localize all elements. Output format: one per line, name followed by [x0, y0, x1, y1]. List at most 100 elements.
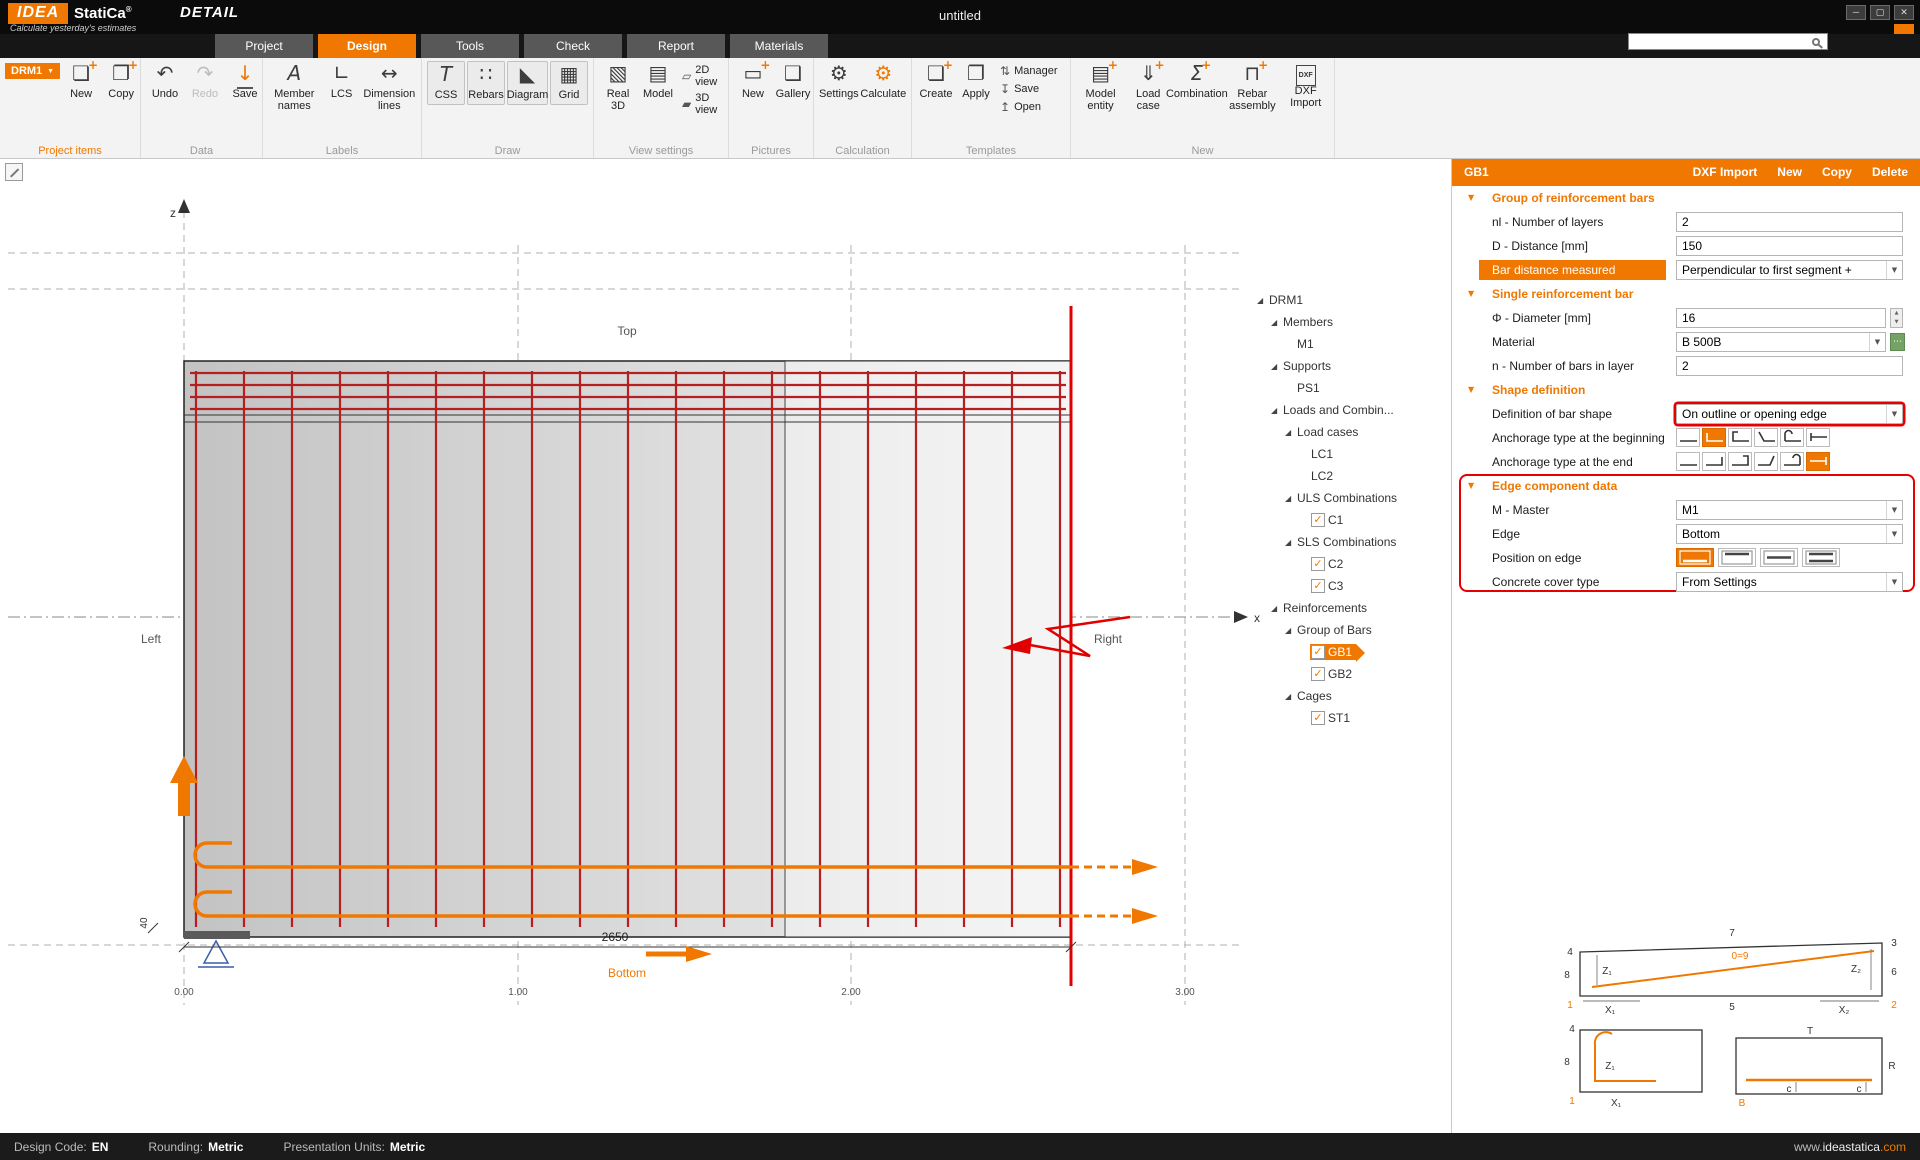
- tree-item-group-of-bars[interactable]: ◢ Group of Bars: [1255, 619, 1451, 641]
- create-template-button[interactable]: ❏ Create: [917, 61, 955, 103]
- apply-template-button[interactable]: ❐ Apply: [957, 61, 995, 103]
- expander-icon[interactable]: ◢: [1271, 318, 1282, 327]
- load-case-button[interactable]: ⇓ Load case: [1127, 61, 1169, 114]
- diagram-toggle[interactable]: ◣ Diagram: [507, 61, 548, 105]
- section-collapse-icon[interactable]: ▼: [1468, 481, 1474, 490]
- template-save-button[interactable]: ↧ Save: [997, 81, 1060, 97]
- view-2d-button[interactable]: ▱ 2D view: [679, 63, 723, 89]
- bars-in-layer-input[interactable]: [1676, 356, 1903, 376]
- website-link[interactable]: www.ideastatica.com: [1794, 1140, 1906, 1154]
- tree-item-cages[interactable]: ◢ Cages: [1255, 685, 1451, 707]
- diameter-stepper[interactable]: ▲▼: [1890, 308, 1903, 328]
- tab-report[interactable]: Report: [627, 34, 725, 58]
- tree-item-c3[interactable]: ✓C3: [1255, 575, 1451, 597]
- tree-item-supports[interactable]: ◢ Supports: [1255, 355, 1451, 377]
- undo-button[interactable]: ↶ Undo: [146, 61, 184, 103]
- template-manager-button[interactable]: ⇅ Manager: [997, 63, 1060, 79]
- fit-view-button[interactable]: [5, 163, 23, 181]
- view-3d-button[interactable]: ▰ 3D view: [679, 91, 723, 117]
- settings-button[interactable]: ⚙ Settings: [819, 61, 859, 103]
- tab-tools[interactable]: Tools: [421, 34, 519, 58]
- anchorage-hook-begin-button[interactable]: [1702, 428, 1726, 447]
- tree-item-gb2[interactable]: ✓GB2: [1255, 663, 1451, 685]
- expander-icon[interactable]: ◢: [1257, 296, 1268, 305]
- panel-new-button[interactable]: New: [1777, 165, 1802, 179]
- tree-item-members[interactable]: ◢ Members: [1255, 311, 1451, 333]
- redo-button[interactable]: ↷ Redo: [186, 61, 224, 103]
- rebar-assembly-button[interactable]: ⊓ Rebar assembly: [1224, 61, 1280, 114]
- tree-item-uls-combinations[interactable]: ◢ ULS Combinations: [1255, 487, 1451, 509]
- project-item-selector[interactable]: DRM1▼: [5, 63, 60, 79]
- anchorage-loop-begin-button[interactable]: [1780, 428, 1804, 447]
- anchorage-straight-end-button[interactable]: [1676, 452, 1700, 471]
- anchorage-bend-begin-button[interactable]: [1754, 428, 1778, 447]
- tree-item-reinforcements[interactable]: ◢ Reinforcements: [1255, 597, 1451, 619]
- combination-button[interactable]: Σ Combination: [1171, 61, 1222, 103]
- tree-item-c1[interactable]: ✓C1: [1255, 509, 1451, 531]
- copy-project-item-button[interactable]: ❐ Copy: [102, 61, 140, 103]
- concrete-cover-type-dropdown[interactable]: From Settings▼: [1676, 572, 1903, 592]
- gallery-button[interactable]: ❑ Gallery: [774, 61, 812, 103]
- material-detail-button[interactable]: ⋯: [1890, 333, 1905, 351]
- tab-check[interactable]: Check: [524, 34, 622, 58]
- model-view-button[interactable]: ▤ Model: [639, 61, 677, 103]
- tree-item-drm1[interactable]: ◢ DRM1: [1255, 289, 1451, 311]
- dimension-lines-toggle[interactable]: ↔ Dimension lines: [363, 61, 416, 114]
- css-toggle[interactable]: T CSS: [427, 61, 465, 105]
- anchorage-loop-end-button[interactable]: [1780, 452, 1804, 471]
- anchorage-bend-end-button[interactable]: [1754, 452, 1778, 471]
- material-dropdown[interactable]: B 500B▼: [1676, 332, 1886, 352]
- tree-item-gb1[interactable]: ✓GB1: [1255, 641, 1451, 663]
- panel-copy-button[interactable]: Copy: [1822, 165, 1852, 179]
- bar-distance-measured-dropdown[interactable]: Perpendicular to first segment +▼: [1676, 260, 1903, 280]
- model-entity-button[interactable]: ▤ Model entity: [1076, 61, 1125, 114]
- expander-icon[interactable]: ◢: [1285, 626, 1296, 635]
- save-button[interactable]: ↓ Save: [226, 61, 264, 103]
- tree-item-st1[interactable]: ✓ST1: [1255, 707, 1451, 729]
- rebars-toggle[interactable]: ∷ Rebars: [467, 61, 505, 105]
- dxf-import-button[interactable]: DXF Import: [1693, 165, 1758, 179]
- tree-item-lc2[interactable]: LC2: [1255, 465, 1451, 487]
- expander-icon[interactable]: ◢: [1285, 494, 1296, 503]
- tab-design[interactable]: Design: [318, 34, 416, 58]
- search-icon[interactable]: [1812, 38, 1820, 46]
- checkbox[interactable]: ✓: [1311, 557, 1325, 571]
- tree-item-ps1[interactable]: PS1: [1255, 377, 1451, 399]
- search-input[interactable]: [1629, 35, 1812, 48]
- checkbox[interactable]: ✓: [1311, 513, 1325, 527]
- diameter-input[interactable]: [1676, 308, 1886, 328]
- expander-icon[interactable]: ◢: [1285, 692, 1296, 701]
- anchorage-plate-end-button[interactable]: [1806, 452, 1830, 471]
- master-dropdown[interactable]: M1▼: [1676, 500, 1903, 520]
- tree-item-m1[interactable]: M1: [1255, 333, 1451, 355]
- distance-input[interactable]: [1676, 236, 1903, 256]
- tree-item-loads[interactable]: ◢ Loads and Combin...: [1255, 399, 1451, 421]
- anchorage-u-begin-button[interactable]: [1728, 428, 1752, 447]
- real-3d-button[interactable]: ▧ Real 3D: [599, 61, 637, 114]
- maximize-button[interactable]: ▢: [1870, 5, 1890, 20]
- support-plate[interactable]: [184, 931, 250, 939]
- tree-item-c2[interactable]: ✓C2: [1255, 553, 1451, 575]
- tree-item-lc1[interactable]: LC1: [1255, 443, 1451, 465]
- tab-materials[interactable]: Materials: [730, 34, 828, 58]
- expander-icon[interactable]: ◢: [1271, 604, 1282, 613]
- minimize-button[interactable]: ─: [1846, 5, 1866, 20]
- checkbox[interactable]: ✓: [1311, 711, 1325, 725]
- member-names-toggle[interactable]: A Member names: [268, 61, 321, 114]
- anchorage-straight-begin-button[interactable]: [1676, 428, 1700, 447]
- section-collapse-icon[interactable]: ▼: [1468, 193, 1474, 202]
- expander-icon[interactable]: ◢: [1271, 406, 1282, 415]
- template-open-button[interactable]: ↥ Open: [997, 99, 1060, 115]
- tree-item-load-cases[interactable]: ◢ Load cases: [1255, 421, 1451, 443]
- checkbox[interactable]: ✓: [1311, 645, 1325, 659]
- expander-icon[interactable]: ◢: [1271, 362, 1282, 371]
- close-button[interactable]: ✕: [1894, 5, 1914, 20]
- tree-item-sls-combinations[interactable]: ◢ SLS Combinations: [1255, 531, 1451, 553]
- drawing-canvas[interactable]: z x: [0, 159, 1451, 1133]
- tab-project[interactable]: Project: [215, 34, 313, 58]
- expander-icon[interactable]: ◢: [1285, 538, 1296, 547]
- edge-dropdown[interactable]: Bottom▼: [1676, 524, 1903, 544]
- section-collapse-icon[interactable]: ▼: [1468, 289, 1474, 298]
- anchorage-hook-end-button[interactable]: [1702, 452, 1726, 471]
- position-top-button[interactable]: [1718, 548, 1756, 567]
